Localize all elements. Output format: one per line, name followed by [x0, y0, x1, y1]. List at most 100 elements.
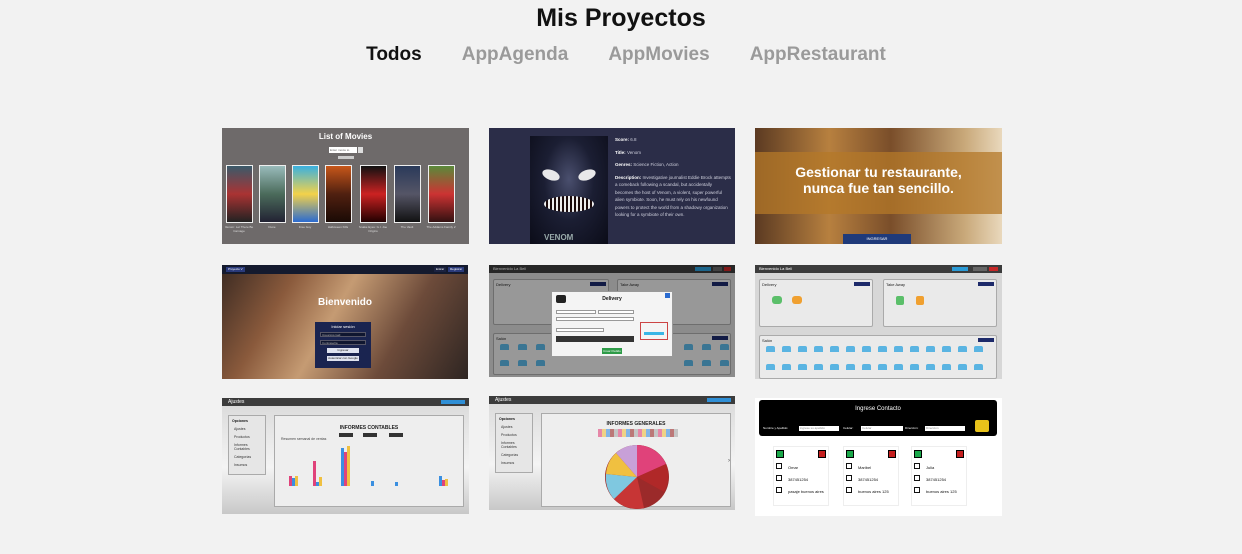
movie-caption: Venom: Let There Be Carnage	[224, 225, 254, 233]
movie-info: Score: 6.8 Title: Venom Genres: Science …	[615, 136, 731, 219]
movie-poster	[394, 165, 421, 223]
name-input: ingrese su apellido	[799, 426, 839, 431]
login-form-title: Iniciar sesión	[331, 324, 355, 329]
user-field: Usuario/email	[320, 332, 366, 337]
poster-eye	[540, 167, 562, 183]
contact-header: Ingrese Contacto Nombre y Apellido: ingr…	[759, 400, 997, 436]
project-card-login[interactable]: Proyecto V Entrar Registrar Bienvenido I…	[222, 265, 468, 379]
poster-eye	[576, 167, 598, 183]
home-icon	[776, 487, 782, 493]
tab-appagenda[interactable]: AppAgenda	[462, 44, 569, 66]
close-icon	[665, 293, 670, 298]
ingresar-button: INGRESAR	[843, 234, 911, 244]
home-icon	[846, 487, 852, 493]
movie-poster	[292, 165, 319, 223]
page-title: Mis Proyectos	[536, 4, 706, 32]
field-label: Celular:	[843, 426, 854, 430]
movie-caption: Free Guy	[298, 225, 312, 229]
movie-poster	[428, 165, 455, 223]
contact-address: buenos aires 125	[858, 489, 889, 494]
venom-poster: VENOM	[530, 136, 608, 244]
score-value: 6.8	[630, 137, 637, 142]
welcome-heading: Bienvenido	[318, 297, 372, 308]
contact-name: Maribel	[858, 465, 872, 470]
movie-poster	[259, 165, 286, 223]
login-submit-button: Ingresar	[327, 348, 359, 353]
report-panel: INFORMES GENERALES ›	[541, 413, 731, 509]
check-icon	[846, 450, 854, 458]
nav-registrar: Registrar	[448, 267, 465, 272]
movie-search-input: Enter movie to search	[329, 147, 357, 158]
login-form: Iniciar sesión Usuario/email Contraseña …	[315, 322, 371, 368]
password-field: Contraseña	[320, 340, 366, 345]
project-card-accounting-report[interactable]: Ajustes Opciones Ajustes Productos Infor…	[222, 398, 469, 514]
project-card-restaurant-admin[interactable]: Bienvenido La Bell Delivery Take Away Sa…	[755, 265, 1002, 379]
delete-icon	[888, 450, 896, 458]
chart-title: INFORMES GENERALES	[606, 421, 666, 427]
tab-todos[interactable]: Todos	[366, 44, 422, 66]
topbar-pill	[973, 267, 987, 271]
user-icon	[914, 463, 920, 469]
topbar-button	[441, 400, 465, 404]
bag-icon	[916, 296, 924, 305]
sidebar-item: Informes Contables	[234, 443, 250, 451]
movie-poster	[360, 165, 387, 223]
motorbike-icon	[792, 296, 802, 304]
project-card-movie-detail[interactable]: VENOM Score: 6.8 Title: Venom Genres: Sc…	[489, 128, 735, 244]
project-card-delivery-modal[interactable]: Bienvenido La Bell Delivery Take Away Sa…	[489, 265, 735, 377]
title-label: Title:	[615, 149, 626, 155]
sidebar-item: Ajustes	[234, 427, 246, 431]
field-label: Nombre y Apellido:	[763, 426, 789, 430]
phone-icon	[776, 475, 782, 481]
sidebar-item: Categorías	[234, 455, 252, 459]
movie-poster	[325, 165, 352, 223]
google-auth-button: Autenticar con Google	[327, 356, 359, 361]
chart-subtitle: Resumen semanal de ventas	[281, 437, 327, 441]
contact-address: buenos aires 125	[926, 489, 957, 494]
login-navbar: Proyecto V Entrar Registrar	[222, 265, 468, 274]
movie-caption: The Vault	[400, 225, 414, 229]
project-card-restaurant-home[interactable]: Gestionar tu restaurante, nunca fue tan …	[755, 128, 1002, 244]
topbar-pill	[952, 267, 968, 271]
tab-apprestaurant[interactable]: AppRestaurant	[750, 44, 886, 66]
chart-legend	[598, 429, 678, 437]
genres-label: Genres:	[615, 162, 633, 167]
field-label: Dirección:	[905, 426, 919, 430]
delivery-panel: Delivery	[759, 279, 873, 327]
sidebar-item: Productos	[234, 435, 250, 439]
project-card-contacts[interactable]: Ingrese Contacto Nombre y Apellido: ingr…	[755, 398, 1002, 516]
chart-title: INFORMES CONTABLES	[339, 425, 399, 431]
contact-header-title: Ingrese Contacto	[855, 406, 901, 412]
panel-title: Salón	[762, 338, 773, 343]
contact-card: Maribel 387451254 buenos aires 125	[843, 446, 899, 506]
takeaway-panel: Take Away	[883, 279, 997, 327]
description-label: Description:	[615, 174, 642, 180]
salon-panel: Salón	[759, 335, 997, 379]
report-topbar: Ajustes	[489, 396, 735, 404]
contact-card: Omar 387451254 pasaje buenos aires	[773, 446, 829, 506]
poster-teeth	[544, 196, 594, 212]
home-icon	[914, 487, 920, 493]
description-value: Investigative journalist Eddie Brock att…	[615, 174, 731, 218]
sidebar-item: Informes Contables	[501, 441, 517, 449]
delivery-modal: Delivery Crear Pedido	[551, 291, 673, 357]
sidebar-item: Productos	[501, 433, 517, 437]
title-value: Venom	[626, 149, 641, 155]
project-card-movies-list[interactable]: List of Movies Enter movie to search Ven…	[222, 128, 469, 244]
user-icon	[776, 463, 782, 469]
contact-phone: 387451254	[858, 477, 879, 482]
tab-appmovies[interactable]: AppMovies	[608, 44, 709, 66]
user-icon	[846, 463, 852, 469]
options-sidebar: Opciones Ajustes Productos Informes Cont…	[495, 413, 533, 473]
contact-name: Omar	[788, 465, 798, 470]
create-order-button: Crear Pedido	[602, 348, 622, 354]
movie-caption: Halloween Kills	[327, 225, 349, 229]
project-card-general-report[interactable]: Ajustes Opciones Ajustes Productos Infor…	[489, 396, 735, 510]
check-icon	[776, 450, 784, 458]
chevron-right-icon: ›	[728, 458, 730, 464]
genres-value: Science Fiction, Action	[633, 162, 679, 167]
sidebar-item: Insumos	[501, 461, 515, 465]
phone-icon	[846, 475, 852, 481]
bag-icon	[896, 296, 904, 305]
pagination	[338, 156, 354, 159]
